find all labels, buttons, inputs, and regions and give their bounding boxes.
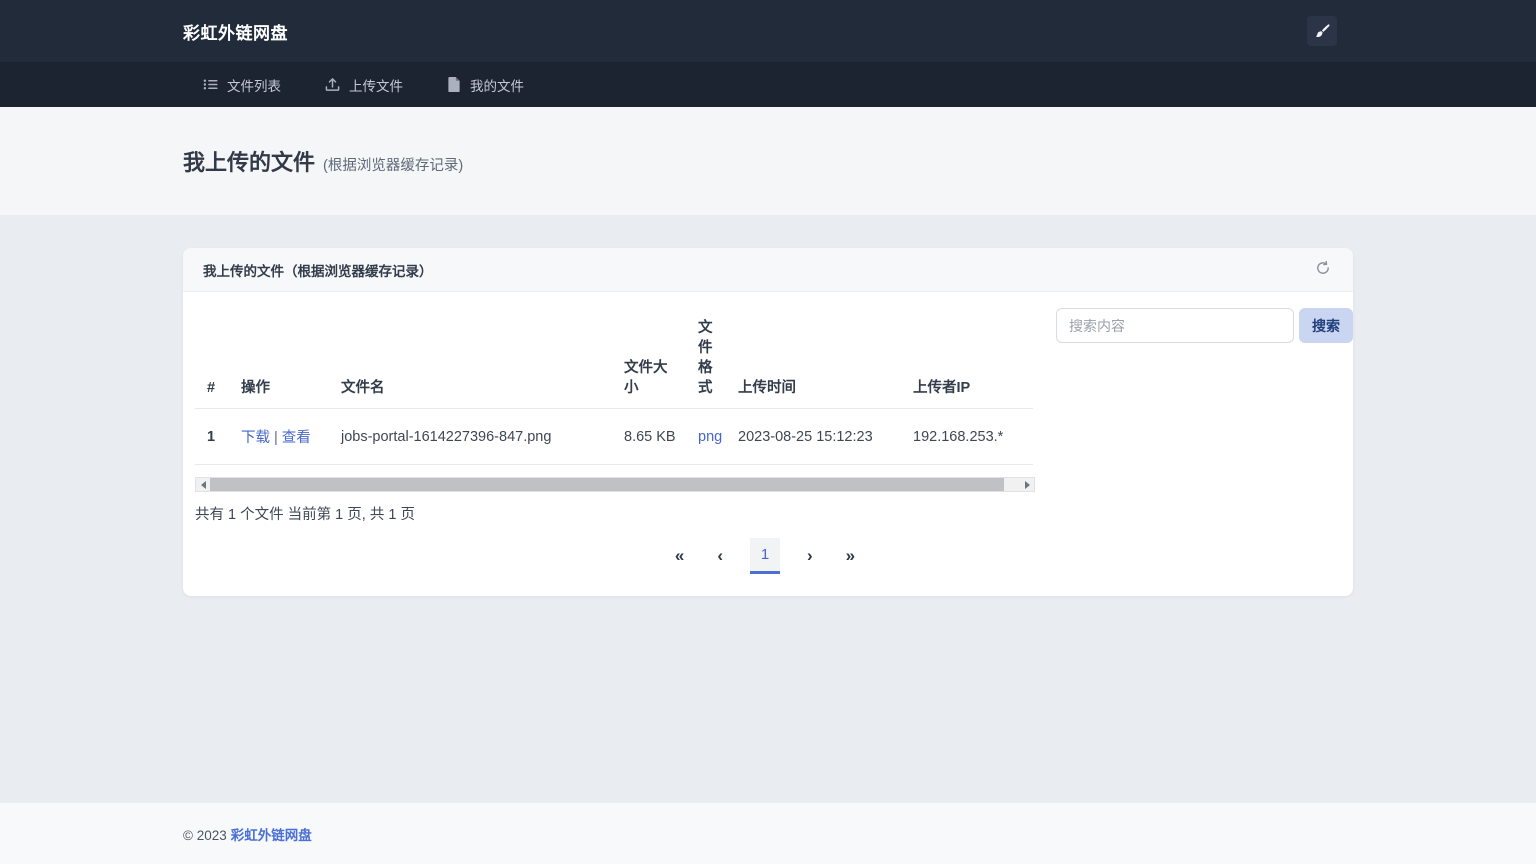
format-link[interactable]: png (698, 429, 722, 445)
table-row: 1 下载|查看 jobs-portal-1614227396-847.png 8… (195, 409, 1033, 465)
cell-filename: jobs-portal-1614227396-847.png (329, 409, 612, 465)
app-title: 彩虹外链网盘 (183, 19, 288, 44)
nav-item-upload[interactable]: 上传文件 (325, 75, 403, 95)
col-actions: 操作 (229, 308, 329, 409)
refresh-button[interactable] (1313, 258, 1333, 281)
scrollbar-right-arrow[interactable] (1020, 478, 1034, 491)
download-link[interactable]: 下载 (241, 430, 270, 446)
refresh-icon (1315, 260, 1331, 279)
action-separator: | (274, 430, 278, 446)
nav-item-file-list[interactable]: 文件列表 (203, 75, 281, 95)
uploaded-files-card: 我上传的文件（根据浏览器缓存记录） (183, 248, 1353, 596)
nav-label: 我的文件 (470, 75, 524, 95)
search-input[interactable] (1056, 308, 1294, 343)
cell-actions: 下载|查看 (229, 409, 329, 465)
files-table-wrapper: # 操作 文件名 文件大小 文件格式 上传时间 上传者IP (195, 308, 1035, 465)
nav-item-my-files[interactable]: 我的文件 (447, 75, 524, 95)
card-body: # 操作 文件名 文件大小 文件格式 上传时间 上传者IP (183, 292, 1353, 596)
col-uploader-ip: 上传者IP (901, 308, 1033, 409)
top-header: 彩虹外链网盘 (0, 0, 1536, 62)
file-icon (447, 77, 461, 92)
pagination-current-page[interactable]: 1 (750, 538, 780, 574)
card-header: 我上传的文件（根据浏览器缓存记录） (183, 248, 1353, 292)
file-count-summary: 共有 1 个文件 当前第 1 页, 共 1 页 (195, 503, 1035, 524)
nav-label: 文件列表 (227, 75, 281, 95)
col-index: # (195, 308, 229, 409)
col-filesize: 文件大小 (612, 308, 686, 409)
table-column: # 操作 文件名 文件大小 文件格式 上传时间 上传者IP (195, 308, 1035, 524)
pagination-first-button[interactable]: « (669, 542, 690, 570)
page-title-band: 我上传的文件 (根据浏览器缓存记录) (0, 107, 1536, 215)
theme-toggle-button[interactable] (1307, 16, 1337, 46)
search-area: 搜索 (1035, 308, 1353, 524)
footer: © 2023 彩虹外链网盘 (0, 803, 1536, 864)
copyright-text: © 2023 (183, 828, 227, 843)
cell-uploader-ip: 192.168.253.* (901, 409, 1033, 465)
view-link[interactable]: 查看 (282, 430, 311, 446)
cell-filesize: 8.65 KB (612, 409, 686, 465)
search-button[interactable]: 搜索 (1299, 308, 1353, 343)
pagination-prev-button[interactable]: ‹ (711, 542, 729, 570)
table-header-row: # 操作 文件名 文件大小 文件格式 上传时间 上传者IP (195, 308, 1033, 409)
pagination: « ‹ 1 › » (195, 538, 1335, 574)
pagination-last-button[interactable]: » (840, 542, 861, 570)
upload-icon (325, 77, 340, 92)
list-icon (203, 77, 218, 92)
main-content: 我上传的文件（根据浏览器缓存记录） (0, 215, 1536, 803)
horizontal-scrollbar[interactable] (195, 477, 1035, 492)
cell-upload-time: 2023-08-25 15:12:23 (726, 409, 901, 465)
main-nav: 文件列表 上传文件 我的文件 (0, 62, 1536, 107)
col-format: 文件格式 (686, 308, 726, 409)
col-filename: 文件名 (329, 308, 612, 409)
files-table: # 操作 文件名 文件大小 文件格式 上传时间 上传者IP (195, 308, 1033, 465)
scrollbar-left-arrow[interactable] (196, 478, 210, 491)
footer-site-link[interactable]: 彩虹外链网盘 (231, 828, 312, 843)
card-title: 我上传的文件（根据浏览器缓存记录） (203, 260, 433, 280)
page-title: 我上传的文件 (183, 150, 315, 175)
page-subtitle: (根据浏览器缓存记录) (323, 158, 463, 174)
brush-icon (1315, 24, 1330, 39)
cell-index: 1 (195, 409, 229, 465)
nav-label: 上传文件 (349, 75, 403, 95)
col-upload-time: 上传时间 (726, 308, 901, 409)
cell-format: png (686, 409, 726, 465)
scrollbar-thumb[interactable] (210, 478, 1004, 491)
scrollbar-track[interactable] (210, 478, 1020, 491)
pagination-next-button[interactable]: › (801, 542, 819, 570)
